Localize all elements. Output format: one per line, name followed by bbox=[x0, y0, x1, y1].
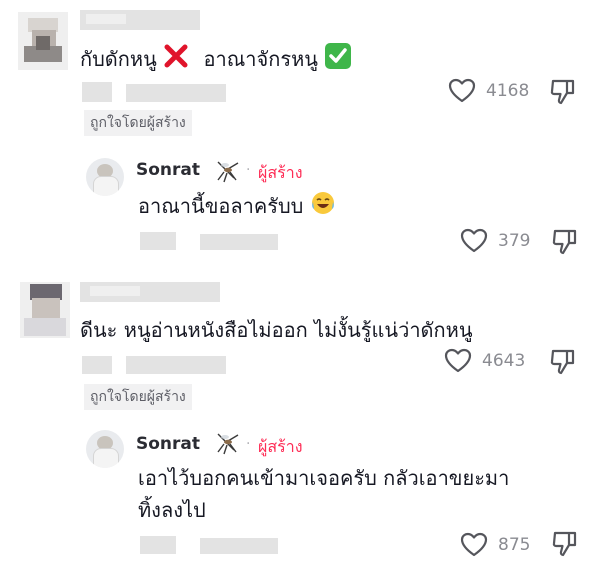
check-mark-icon bbox=[324, 42, 352, 79]
thumbs-down-icon bbox=[552, 229, 578, 260]
reply-1-text: อาณานี้ขอลาครับบ bbox=[138, 190, 336, 225]
heart-icon bbox=[460, 228, 488, 254]
heart-icon bbox=[448, 78, 476, 104]
mosquito-icon bbox=[214, 158, 242, 188]
comment-2-text: ดีนะ หนูอ่านหนังสือไม่ออก ไม่งั้นรู้แน่ว… bbox=[80, 318, 473, 342]
reply-2-text-line-2: ทิ้งลงไป bbox=[138, 498, 206, 522]
thumbs-down-icon bbox=[550, 349, 576, 380]
comment-1-text: กับดักหนู อาณาจักรหนู bbox=[80, 42, 352, 79]
avatar-creator[interactable] bbox=[86, 158, 124, 196]
reply-1-dislike-button[interactable] bbox=[552, 228, 578, 260]
comment-1-like-button[interactable]: 4168 bbox=[448, 78, 529, 104]
reply-2-like-button[interactable]: 875 bbox=[460, 532, 530, 558]
reply-2-text-line-1: เอาไว้บอกคนเข้ามาเจอครับ กลัวเอาขยะมา bbox=[138, 466, 510, 490]
avatar-commenter-1[interactable] bbox=[18, 12, 68, 70]
thumbs-down-icon bbox=[550, 79, 576, 110]
reply-2-like-count: 875 bbox=[498, 535, 531, 555]
tears-of-joy-icon bbox=[310, 190, 336, 225]
comment-1-dislike-button[interactable] bbox=[550, 78, 576, 110]
heart-icon bbox=[460, 532, 488, 558]
mosquito-icon bbox=[214, 430, 242, 460]
comment-2-like-count: 4643 bbox=[482, 351, 526, 371]
reply-1-like-count: 379 bbox=[498, 231, 531, 251]
reply-1-creator-label: ผู้สร้าง bbox=[258, 163, 303, 182]
avatar-creator[interactable] bbox=[86, 430, 124, 468]
comment-2-dislike-button[interactable] bbox=[550, 348, 576, 380]
comment-1-like-count: 4168 bbox=[486, 81, 530, 101]
reply-1-like-button[interactable]: 379 bbox=[460, 228, 530, 254]
reply-2-author[interactable]: Sonrat bbox=[136, 434, 200, 454]
comment-2-like-button[interactable]: 4643 bbox=[444, 348, 525, 374]
thumbs-down-icon bbox=[552, 531, 578, 562]
reply-1-author[interactable]: Sonrat bbox=[136, 160, 200, 180]
reply-2-creator-label: ผู้สร้าง bbox=[258, 437, 303, 456]
reply-2-dislike-button[interactable] bbox=[552, 530, 578, 562]
liked-by-creator-badge-2: ถูกใจโดยผู้สร้าง bbox=[84, 384, 192, 410]
separator-dot: · bbox=[246, 436, 251, 452]
cross-mark-icon bbox=[163, 43, 189, 78]
separator-dot: · bbox=[246, 162, 251, 178]
avatar-commenter-2[interactable] bbox=[20, 282, 70, 338]
heart-icon bbox=[444, 348, 472, 374]
liked-by-creator-badge-1: ถูกใจโดยผู้สร้าง bbox=[84, 110, 192, 136]
